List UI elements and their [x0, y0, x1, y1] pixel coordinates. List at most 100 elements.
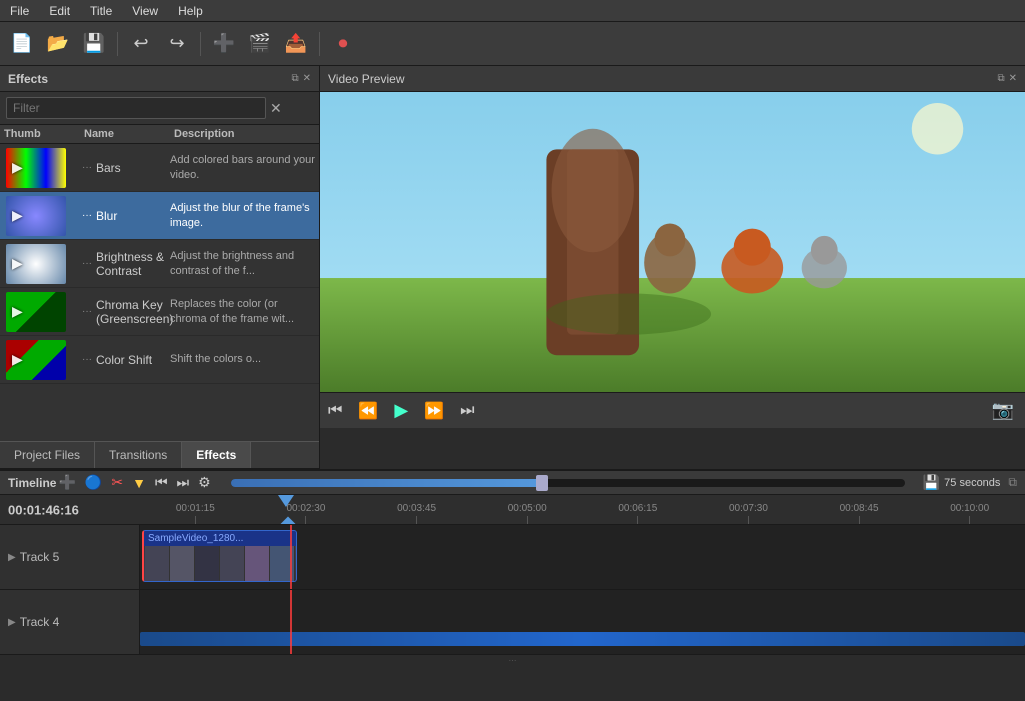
new-button[interactable]: 📄: [6, 28, 38, 60]
clip-name: SampleVideo_1280...: [144, 531, 296, 546]
effect-thumb-color: ▶: [0, 338, 72, 382]
playhead-marker: [278, 495, 294, 507]
play-overlay-color: ▶: [12, 351, 23, 368]
effects-button[interactable]: 🎬: [244, 28, 276, 60]
timeline-settings-button[interactable]: ⚙: [196, 472, 213, 493]
ruler-label-5: 00:07:30: [729, 503, 768, 514]
track-row-4: ▶ Track 4: [0, 590, 1025, 655]
frame-5: [245, 546, 270, 582]
track-4-label: ▶ Track 4: [0, 590, 140, 654]
video-controls: ⏮ ⏪ ▶ ⏩ ⏭ 📷: [320, 392, 1025, 428]
cut-button[interactable]: ✂: [109, 472, 125, 493]
open-button[interactable]: 📂: [42, 28, 74, 60]
ruler-label-6: 00:08:45: [840, 503, 879, 514]
effect-row-chroma[interactable]: ▶ ··· Chroma Key (Greenscreen) Replaces …: [0, 288, 319, 336]
play-overlay-bars: ▶: [12, 159, 23, 176]
ruler-mark-4: 00:06:15: [583, 495, 694, 524]
undo-button[interactable]: ↩: [125, 28, 157, 60]
clip-thumbnail: [144, 546, 296, 582]
frame-2: [170, 546, 195, 582]
tab-project-files[interactable]: Project Files: [0, 442, 95, 468]
record-button[interactable]: ⏺: [327, 28, 359, 60]
video-scene: [320, 92, 1025, 392]
frame-3: [195, 546, 220, 582]
add-button[interactable]: ➕: [208, 28, 240, 60]
play-button[interactable]: ▶: [391, 397, 411, 424]
skip-fwd-button[interactable]: ⏭: [175, 472, 192, 493]
scrubber-track[interactable]: [231, 479, 905, 487]
chroma-desc: Replaces the color (or chroma of the fra…: [170, 297, 319, 326]
scrubber-fill: [231, 479, 548, 487]
col-thumb: Thumb: [4, 128, 84, 140]
color-desc: Shift the colors o...: [170, 352, 319, 366]
track-5-content: SampleVideo_1280...: [140, 525, 1025, 589]
play-overlay-bright: ▶: [12, 255, 23, 272]
timeline-area: Timeline ➕ 🔵 ✂ ▼ ⏮ ⏭ ⚙ 💾 75 seconds ⧉ 00…: [0, 469, 1025, 701]
skip-end-button[interactable]: ⏭: [457, 399, 477, 423]
chroma-name-cell: ··· Chroma Key (Greenscreen): [80, 298, 170, 326]
ruler-mark-2: 00:03:45: [361, 495, 472, 524]
ruler-label-2: 00:03:45: [397, 503, 436, 514]
track4-expand[interactable]: ▶: [8, 617, 16, 628]
track4-clip-bar[interactable]: [140, 632, 1025, 646]
video-float-icon[interactable]: ⧉: [997, 73, 1004, 84]
video-close-icon[interactable]: ✕: [1009, 73, 1017, 84]
redo-button[interactable]: ↪: [161, 28, 193, 60]
ruler-label-3: 00:05:00: [508, 503, 547, 514]
video-preview-header: Video Preview ⧉ ✕: [320, 66, 1025, 92]
video-preview-area: [320, 92, 1025, 392]
effect-row-color[interactable]: ▶ ··· Color Shift Shift the colors o...: [0, 336, 319, 384]
fast-forward-button[interactable]: ⏩: [421, 398, 447, 424]
add-track-button[interactable]: ➕: [56, 472, 77, 493]
panel-close-icon[interactable]: ✕: [303, 73, 311, 84]
timeline-tools: ➕ 🔵 ✂ ▼ ⏮ ⏭ ⚙: [56, 472, 212, 493]
timeline-resize-handle[interactable]: ⋯: [0, 655, 1025, 665]
effect-thumb-bright: ▶: [0, 242, 72, 286]
ruler-label-0: 00:01:15: [176, 503, 215, 514]
filter-down-button[interactable]: ▼: [130, 473, 148, 493]
ruler-mark-0: 00:01:15: [140, 495, 251, 524]
effect-row-brightness[interactable]: ▶ ··· Brightness & Contrast Adjust the b…: [0, 240, 319, 288]
skip-back-button[interactable]: ⏮: [153, 472, 170, 493]
save-button[interactable]: 💾: [78, 28, 110, 60]
bright-name: Brightness & Contrast: [96, 250, 170, 278]
menu-view[interactable]: View: [122, 2, 168, 20]
scrubber-handle[interactable]: [536, 475, 548, 491]
menu-title[interactable]: Title: [80, 2, 122, 20]
tab-effects[interactable]: Effects: [182, 442, 251, 468]
tab-transitions[interactable]: Transitions: [95, 442, 182, 468]
rewind-button[interactable]: ⏪: [355, 398, 381, 424]
ruler-mark-5: 00:07:30: [693, 495, 804, 524]
effects-table: Thumb Name Description ▶ ··· Bars Add co…: [0, 125, 319, 441]
menu-edit[interactable]: Edit: [39, 2, 80, 20]
play-overlay-chroma: ▶: [12, 303, 23, 320]
track5-expand[interactable]: ▶: [8, 552, 16, 563]
col-desc: Description: [174, 128, 315, 140]
menu-file[interactable]: File: [0, 2, 39, 20]
filter-clear-icon[interactable]: ✕: [270, 100, 282, 117]
snap-button[interactable]: 🔵: [83, 472, 104, 493]
effect-row-bars[interactable]: ▶ ··· Bars Add colored bars around your …: [0, 144, 319, 192]
toolbar-separator-3: [319, 32, 320, 56]
video-panel-controls: ⧉ ✕: [997, 73, 1017, 84]
export-button[interactable]: 📤: [280, 28, 312, 60]
track4-name: Track 4: [20, 615, 60, 629]
filter-input[interactable]: [6, 97, 266, 119]
camera-icon[interactable]: 📷: [992, 400, 1014, 421]
track-4-content: [140, 590, 1025, 654]
skip-start-button[interactable]: ⏮: [325, 399, 345, 423]
timeline-title: Timeline: [8, 476, 56, 490]
scrubber-wrapper: [223, 479, 913, 487]
track5-clip[interactable]: SampleVideo_1280...: [142, 530, 297, 582]
effect-row-blur[interactable]: ▶ ··· Blur Adjust the blur of the frame'…: [0, 192, 319, 240]
menu-help[interactable]: Help: [168, 2, 213, 20]
effect-thumb-blur: ▶: [0, 194, 72, 238]
blur-name: Blur: [96, 209, 117, 223]
panel-float-icon[interactable]: ⧉: [291, 73, 298, 84]
video-preview-title: Video Preview: [328, 72, 405, 86]
hdd-icon: 💾: [923, 474, 940, 491]
timeline-float-icon[interactable]: ⧉: [1008, 475, 1017, 490]
left-panel: Effects ⧉ ✕ ✕ Thumb Name Description ▶: [0, 66, 320, 469]
bottom-tabs: Project Files Transitions Effects: [0, 441, 319, 469]
menu-bar: File Edit Title View Help: [0, 0, 1025, 22]
